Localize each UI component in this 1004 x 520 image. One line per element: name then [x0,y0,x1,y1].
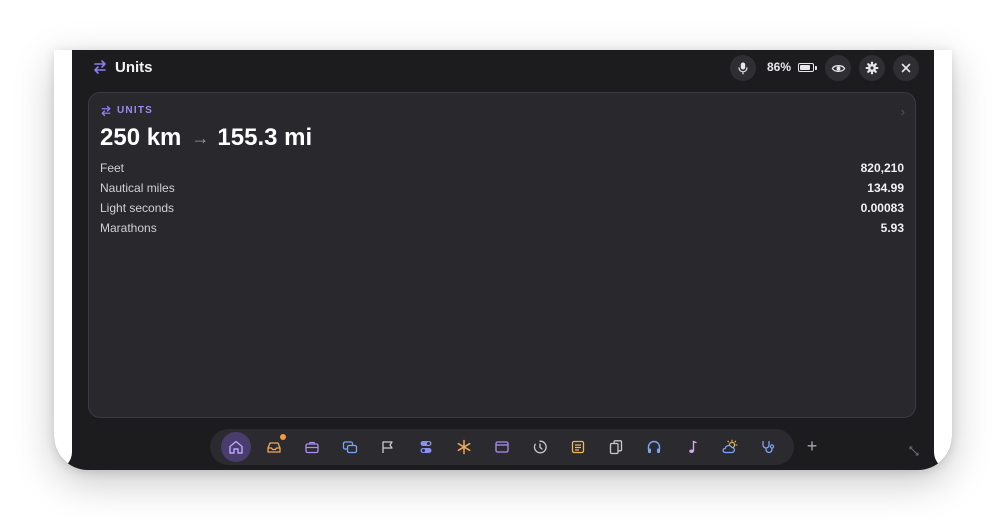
row-value: 5.93 [880,221,904,235]
weather-icon [722,439,738,454]
dock-item-copy[interactable] [601,432,631,462]
dock-item-health[interactable] [753,432,783,462]
row-value: 0.00083 [860,201,904,215]
dock-item-notes[interactable] [563,432,593,462]
dock-item-weather[interactable] [715,432,745,462]
dock-item-home[interactable] [221,432,251,462]
battery-percentage: 86% [767,60,792,74]
units-card[interactable]: UNITS › 250 km → 155.3 mi Feet 820,210 Nau… [88,92,916,418]
window-icon [495,441,509,453]
dock-item-flag[interactable] [373,432,403,462]
add-app-button[interactable]: + [803,437,821,455]
list-item: Light seconds 0.00083 [100,198,904,218]
dock-item-headphones[interactable] [639,432,669,462]
row-value: 134.99 [867,181,904,195]
music-note-icon [689,440,697,453]
dock-item-inbox[interactable] [259,432,289,462]
dock-item-chat[interactable] [335,432,365,462]
headphones-icon [647,440,661,453]
dock-item-timer[interactable] [525,432,555,462]
battery-nub [815,65,817,70]
gear-icon [865,61,879,75]
battery-icon [798,63,817,72]
page-title: Units [115,59,153,76]
header: Units 86% [72,50,934,86]
list-item: Feet 820,210 [100,158,904,178]
close-icon [901,63,911,73]
toggles-icon [420,441,432,453]
dock-item-toggles[interactable] [411,432,441,462]
asterisk-icon [457,439,471,455]
list-item: Nautical miles 134.99 [100,178,904,198]
list-item: Marathons 5.93 [100,218,904,238]
chevron-right-icon[interactable]: › [901,104,905,119]
dock-item-music[interactable] [677,432,707,462]
inbox-icon [267,442,281,453]
conversion-from: 250 km [100,124,182,151]
row-value: 820,210 [860,161,904,175]
row-label: Feet [100,161,125,175]
notification-badge [280,434,286,440]
stethoscope-icon [762,440,775,454]
resize-handle-icon[interactable] [908,445,920,457]
microphone-icon [738,62,748,75]
settings-button[interactable] [859,55,885,81]
notes-icon [571,440,585,454]
conversion-headline: 250 km → 155.3 mi [100,124,312,152]
eye-icon [831,64,845,72]
row-label: Nautical miles [100,181,175,195]
conversion-list: Feet 820,210 Nautical miles 134.99 Light… [100,158,904,238]
copy-icon [609,440,623,455]
flag-icon [382,441,393,453]
swap-arrows-icon [94,60,106,74]
visibility-button[interactable] [825,55,851,81]
home-icon [229,440,243,454]
close-button[interactable] [893,55,919,81]
dock-item-briefcase[interactable] [297,432,327,462]
swap-arrows-icon [101,105,111,117]
conversion-to: 155.3 mi [217,124,313,151]
dock-item-asterisk[interactable] [449,432,479,462]
app-window: Units 86% UNITS › 250 km → 155.3 mi Feet… [54,50,952,470]
timer-icon [533,440,547,454]
battery-fill [800,65,811,70]
briefcase-icon [305,441,319,454]
chat-icon [342,441,358,454]
arrow-right-icon: → [191,128,210,148]
card-label: UNITS [117,105,153,116]
microphone-button[interactable] [730,55,756,81]
dock [210,429,794,465]
row-label: Marathons [100,221,157,235]
dock-item-window[interactable] [487,432,517,462]
app-panel: Units 86% UNITS › 250 km → 155.3 mi Feet… [72,50,934,470]
row-label: Light seconds [100,201,175,215]
